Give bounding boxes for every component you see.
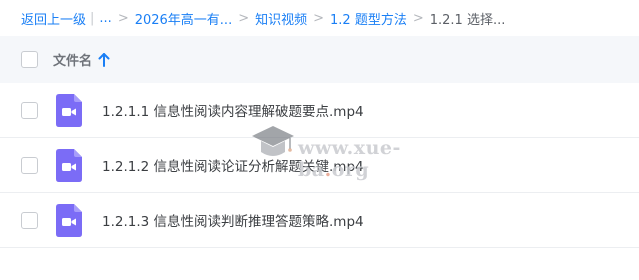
breadcrumb-ellipsis[interactable]: ... xyxy=(99,11,111,26)
file-list-header: 文件名 xyxy=(0,36,639,83)
breadcrumb-item-course[interactable]: 2026年高一有... xyxy=(135,9,232,28)
row-checkbox[interactable] xyxy=(21,212,38,229)
breadcrumb-pipe: | xyxy=(90,10,95,26)
breadcrumb-separator: > xyxy=(412,10,424,26)
table-row[interactable]: 1.2.1.1 信息性阅读内容理解破题要点.mp4 xyxy=(0,83,639,138)
table-row[interactable]: 1.2.1.2 信息性阅读论证分析解题关键.mp4 xyxy=(0,138,639,193)
breadcrumb: 返回上一级 | ... > 2026年高一有... > 知识视频 > 1.2 题… xyxy=(0,0,639,36)
file-name[interactable]: 1.2.1.3 信息性阅读判断推理答题策略.mp4 xyxy=(102,210,364,230)
arrow-up-icon[interactable] xyxy=(98,52,110,67)
breadcrumb-current: 1.2.1 选择... xyxy=(429,12,506,28)
breadcrumb-item-methods[interactable]: 1.2 题型方法 xyxy=(330,9,407,28)
select-all-checkbox[interactable] xyxy=(21,51,38,68)
breadcrumb-separator: > xyxy=(313,10,325,26)
breadcrumb-separator: > xyxy=(117,10,129,26)
table-row[interactable]: 1.2.1.3 信息性阅读判断推理答题策略.mp4 xyxy=(0,193,639,248)
video-file-icon xyxy=(56,94,82,127)
breadcrumb-separator: > xyxy=(238,10,250,26)
file-name[interactable]: 1.2.1.2 信息性阅读论证分析解题关键.mp4 xyxy=(102,155,364,175)
row-checkbox[interactable] xyxy=(21,102,38,119)
file-name[interactable]: 1.2.1.1 信息性阅读内容理解破题要点.mp4 xyxy=(102,100,364,120)
row-checkbox[interactable] xyxy=(21,157,38,174)
breadcrumb-item-videos[interactable]: 知识视频 xyxy=(255,9,307,28)
video-file-icon xyxy=(56,204,82,237)
column-filename-label: 文件名 xyxy=(53,54,93,69)
video-file-icon xyxy=(56,149,82,182)
column-filename-header[interactable]: 文件名 xyxy=(53,50,110,69)
back-link[interactable]: 返回上一级 xyxy=(21,9,86,28)
